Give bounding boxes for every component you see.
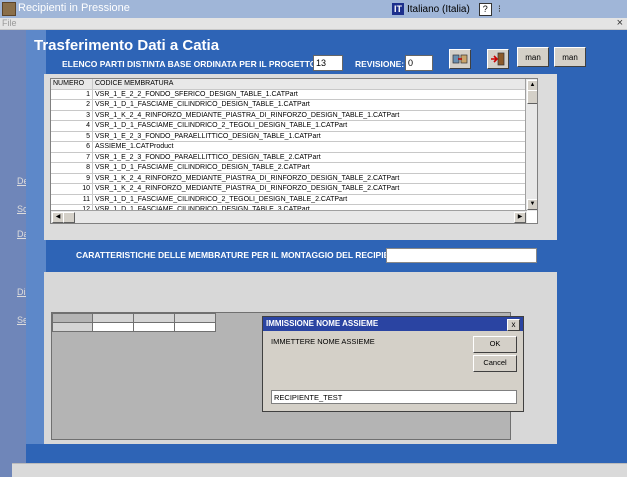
row-number: 7 bbox=[51, 152, 93, 162]
elenco-label: ELENCO PARTI DISTINTA BASE ORDINATA PER … bbox=[62, 59, 320, 69]
header-codice: CODICE MEMBRATURA bbox=[95, 80, 174, 87]
row-code: VSR_1_D_1_FASCIAME_CILINDRICO_DESIGN_TAB… bbox=[95, 101, 310, 108]
row-number: 11 bbox=[51, 194, 93, 204]
help-icon[interactable]: ? bbox=[478, 2, 492, 16]
header-numero: NUMERO bbox=[51, 79, 93, 89]
exit-door-icon bbox=[491, 52, 505, 66]
table-row[interactable]: 7 VSR_1_E_2_3_FONDO_PARAELLITTICO_DESIGN_… bbox=[51, 152, 527, 163]
vertical-scrollbar[interactable]: ▲ ▼ bbox=[525, 79, 537, 211]
caratteristiche-field[interactable] bbox=[386, 248, 537, 263]
scroll-down-icon[interactable]: ▼ bbox=[527, 199, 537, 210]
vertical-scroll-thumb[interactable] bbox=[527, 90, 537, 104]
row-code: VSR_1_K_2_4_RINFORZO_MEDIANTE_PIASTRA_DI… bbox=[95, 111, 400, 119]
cancel-button[interactable]: Cancel bbox=[473, 355, 517, 372]
table-row[interactable]: 8 VSR_1_D_1_FASCIAME_CILINDRICO_DESIGN_TA… bbox=[51, 163, 527, 174]
row-code: VSR_1_K_2_4_RINFORZO_MEDIANTE_PIASTRA_DI… bbox=[95, 174, 400, 182]
row-code: VSR_1_E_2_3_FONDO_PARAELLITTICO_DESIGN_T… bbox=[95, 153, 321, 161]
form-title: Trasferimento Dati a Catia bbox=[34, 37, 220, 54]
window-title-bar: Recipienti in Pressione IT Italiano (Ita… bbox=[0, 0, 627, 18]
menu-file[interactable]: File bbox=[2, 18, 17, 28]
table-row[interactable]: 11 VSR_1_D_1_FASCIAME_CILINDRICO_2_TEGOLI… bbox=[51, 194, 527, 205]
form-bottom bbox=[26, 444, 627, 463]
ok-button[interactable]: OK bbox=[473, 336, 517, 353]
revisione-label: REVISIONE: bbox=[355, 59, 405, 69]
row-code: VSR_1_D_1_FASCIAME_CILINDRICO_2_TEGOLI_D… bbox=[95, 195, 348, 203]
table-row[interactable]: 9 VSR_1_K_2_4_RINFORZO_MEDIANTE_PIASTRA_D… bbox=[51, 173, 527, 184]
row-code: VSR_1_D_1_FASCIAME_CILINDRICO_2_TEGOLI_D… bbox=[95, 122, 348, 129]
row-code: VSR_1_K_2_4_RINFORZO_MEDIANTE_PIASTRA_DI… bbox=[95, 185, 400, 192]
table-row[interactable]: 10 VSR_1_K_2_4_RINFORZO_MEDIANTE_PIASTRA_… bbox=[51, 184, 527, 195]
man-button-2[interactable]: man bbox=[554, 47, 586, 67]
row-code: VSR_1_D_1_FASCIAME_CILINDRICO_DESIGN_TAB… bbox=[95, 164, 310, 171]
exit-button[interactable] bbox=[487, 49, 509, 69]
close-icon[interactable]: × bbox=[617, 17, 623, 29]
row-number: 2 bbox=[51, 100, 93, 110]
grid-cell[interactable] bbox=[92, 322, 134, 332]
table-row[interactable]: 3 VSR_1_K_2_4_RINFORZO_MEDIANTE_PIASTRA_D… bbox=[51, 110, 527, 121]
grip-icon[interactable]: ⁝ bbox=[498, 4, 501, 15]
row-number: 10 bbox=[51, 184, 93, 194]
table-row[interactable]: 2 VSR_1_D_1_FASCIAME_CILINDRICO_DESIGN_TA… bbox=[51, 100, 527, 111]
table-row[interactable]: 1 VSR_1_E_2_2_FONDO_SFERICO_DESIGN_TABLE_… bbox=[51, 89, 527, 100]
row-number: 8 bbox=[51, 163, 93, 173]
app-icon bbox=[2, 2, 16, 16]
progetto-field[interactable] bbox=[313, 55, 343, 71]
scroll-right-icon[interactable]: ▶ bbox=[514, 212, 526, 223]
row-number: 4 bbox=[51, 121, 93, 131]
transfer-button[interactable] bbox=[449, 49, 471, 69]
parts-grid[interactable]: NUMERO CODICE MEMBRATURA 1 VSR_1_E_2_2_FO… bbox=[50, 78, 538, 224]
transfer-icon bbox=[452, 54, 468, 64]
status-bar bbox=[12, 463, 627, 477]
window-title: Recipienti in Pressione bbox=[18, 2, 130, 14]
row-code: VSR_1_E_2_3_FONDO_PARAELLITTICO_DESIGN_T… bbox=[95, 132, 321, 140]
revisione-field[interactable] bbox=[405, 55, 433, 71]
row-number: 3 bbox=[51, 110, 93, 120]
grid-cell[interactable] bbox=[133, 322, 175, 332]
menu-bar: File × bbox=[0, 17, 627, 30]
dialog-close-button[interactable]: x bbox=[507, 319, 520, 331]
row-code: ASSIEME_1.CATProduct bbox=[95, 143, 174, 150]
grid-header-row: NUMERO CODICE MEMBRATURA bbox=[51, 79, 527, 90]
row-number: 5 bbox=[51, 131, 93, 141]
grid-row-header bbox=[52, 322, 93, 332]
caratteristiche-label: CARATTERISTICHE DELLE MEMBRATURE PER IL … bbox=[76, 250, 396, 260]
dialog-prompt: IMMETTERE NOME ASSIEME bbox=[271, 337, 375, 346]
grid-cell[interactable] bbox=[174, 322, 216, 332]
table-row[interactable]: 6 ASSIEME_1.CATProduct bbox=[51, 142, 527, 153]
horizontal-scroll-thumb[interactable] bbox=[63, 212, 75, 223]
form-left-edge bbox=[26, 30, 46, 463]
row-number: 1 bbox=[51, 89, 93, 99]
dialog-title: IMMISSIONE NOME ASSIEME bbox=[263, 317, 523, 331]
row-number: 6 bbox=[51, 142, 93, 152]
language-label: Italiano (Italia) bbox=[407, 3, 470, 15]
table-row[interactable]: 5 VSR_1_E_2_3_FONDO_PARAELLITTICO_DESIGN_… bbox=[51, 131, 527, 142]
row-code: VSR_1_E_2_2_FONDO_SFERICO_DESIGN_TABLE_1… bbox=[95, 90, 298, 98]
assembly-name-input[interactable]: RECIPIENTE_TEST bbox=[271, 390, 517, 404]
language-icon[interactable]: IT bbox=[392, 3, 404, 15]
assembly-name-dialog: IMMISSIONE NOME ASSIEME x IMMETTERE NOME… bbox=[262, 316, 524, 412]
man-button-1[interactable]: man bbox=[517, 47, 549, 67]
row-number: 9 bbox=[51, 173, 93, 183]
table-row[interactable]: 4 VSR_1_D_1_FASCIAME_CILINDRICO_2_TEGOLI_… bbox=[51, 121, 527, 132]
background-app-strip: De Sc Da Dis Se bbox=[0, 30, 30, 477]
language-bar[interactable]: IT Italiano (Italia) ? ⁝ bbox=[392, 2, 501, 16]
horizontal-scrollbar[interactable]: ◀ ▶ bbox=[51, 210, 527, 223]
